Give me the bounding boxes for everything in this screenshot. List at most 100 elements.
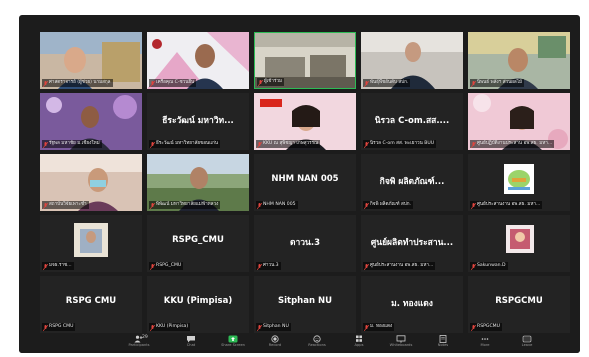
muted-mic-icon bbox=[43, 141, 48, 148]
reactions-button[interactable]: Reactions bbox=[303, 335, 331, 353]
more-button[interactable]: More bbox=[471, 335, 499, 353]
participant-name-label: นิรวล C-om สส. พะเยาวน BUU bbox=[363, 140, 437, 148]
more-icon bbox=[481, 338, 489, 340]
participant-name-label: นิพนธ์ พลังฯ ส่วนผลไม้ bbox=[470, 79, 525, 87]
muted-mic-icon bbox=[364, 263, 369, 270]
leave-button[interactable]: Leave bbox=[513, 335, 541, 353]
video-tile[interactable]: NHM NAN 005 NHM NAN 005 bbox=[254, 154, 356, 211]
share-screen-button[interactable]: Share Screen bbox=[219, 335, 247, 353]
video-tile[interactable]: นิพนธ์ พลังฯ ส่วนผลไม้ bbox=[468, 32, 570, 89]
participant-name-label: เครือคุณ C-ชวนยืน bbox=[149, 79, 197, 87]
muted-mic-icon bbox=[257, 324, 262, 331]
muted-mic-icon bbox=[257, 141, 262, 148]
participant-display-name: KKU (Pimpisa) bbox=[163, 296, 233, 306]
record-label: Record bbox=[268, 343, 282, 347]
muted-mic-icon bbox=[258, 79, 263, 86]
muted-mic-icon bbox=[471, 263, 476, 270]
meeting-toolbar: 29 Participants Chat Share Screen Record… bbox=[19, 333, 580, 353]
video-tile[interactable]: พิพัฒน์ มหาวิทยาลัยแม่ฟ้าหลวง bbox=[147, 154, 249, 211]
muted-mic-icon bbox=[150, 263, 155, 270]
muted-mic-icon bbox=[364, 202, 369, 209]
participant-display-name: Sitphan NU bbox=[278, 296, 332, 306]
participant-name-label: RSPG_CMU bbox=[149, 262, 184, 270]
record-icon bbox=[271, 335, 279, 343]
video-tile[interactable]: Sakunwan.D bbox=[468, 215, 570, 272]
video-tile[interactable]: พันธุ์พืชอันดับ สปก. bbox=[361, 32, 463, 89]
participant-name-label: ผู้เข้าร่วม bbox=[257, 78, 285, 86]
video-tile[interactable]: ศูนย์ประสานงาน อพ.สธ. มหา... bbox=[468, 154, 570, 211]
video-tile[interactable]: ศาสตราจารย์ (ผู้ช่วย) นามสกุล bbox=[40, 32, 142, 89]
apps-icon bbox=[356, 335, 362, 342]
participant-name-label: มจธ.ราช... bbox=[42, 262, 74, 270]
muted-mic-icon bbox=[43, 80, 48, 87]
muted-mic-icon bbox=[257, 263, 262, 270]
participant-name-label: ศูนย์ประสานงาน อพ.สธ. มหา... bbox=[363, 262, 436, 270]
participant-display-name: RSPGCMU bbox=[495, 296, 543, 306]
video-tile-active-speaker[interactable]: ผู้เข้าร่วม bbox=[254, 32, 356, 89]
muted-mic-icon bbox=[150, 324, 155, 331]
participant-name-label: ศาวน.3 bbox=[256, 262, 281, 270]
participant-name-label: สถาบันวิจัยเพาะชำ bbox=[42, 201, 89, 209]
participant-display-name: กิจพิ ผลิตภัณฑ์... bbox=[379, 177, 445, 187]
video-gallery-grid: ศาสตราจารย์ (ผู้ช่วย) นามสกุล เครือคุณ C… bbox=[40, 32, 571, 333]
participant-display-name: ธีระวัฒน์ มหาวิท... bbox=[162, 116, 234, 126]
participant-name-label: KKU (Pimpisa) bbox=[149, 323, 191, 331]
participant-name-label: พันธุ์พืชอันดับ สปก. bbox=[363, 79, 411, 87]
participant-name-label: RSPGCMU bbox=[470, 323, 502, 331]
participant-name-label: NHM NAN 005 bbox=[256, 201, 298, 209]
chat-icon bbox=[187, 336, 195, 343]
video-tile[interactable]: กิจพิ ผลิตภัณฑ์... กิจพิ ผลิตภัณฑ์ สปก. bbox=[361, 154, 463, 211]
participant-name-label: RSPG CMU bbox=[42, 323, 76, 331]
video-tile[interactable]: RSPG_CMU RSPG_CMU bbox=[147, 215, 249, 272]
muted-mic-icon bbox=[150, 141, 155, 148]
video-tile[interactable]: เครือคุณ C-ชวนยืน bbox=[147, 32, 249, 89]
notes-button[interactable]: Notes bbox=[429, 335, 457, 353]
muted-mic-icon bbox=[471, 202, 476, 209]
participant-name-label: ธีระวัฒน์ มหาวิทยาลัยขอนแก่น bbox=[149, 140, 221, 148]
participant-name-label: KKU ณ สุพิชญา เกษสุวรรณ bbox=[256, 140, 321, 148]
muted-mic-icon bbox=[471, 141, 476, 148]
participants-button[interactable]: 29 Participants bbox=[125, 335, 153, 353]
more-label: More bbox=[480, 343, 490, 347]
video-tile[interactable]: ศูนย์ผลิตทำประสาน... ศูนย์ประสานงาน อพ.ส… bbox=[361, 215, 463, 272]
participant-name-label: พิพัฒน์ มหาวิทยาลัยแม่ฟ้าหลวง bbox=[149, 201, 221, 209]
participant-display-name: RSPG_CMU bbox=[172, 235, 224, 245]
muted-mic-icon bbox=[471, 80, 476, 87]
reactions-icon bbox=[313, 335, 321, 343]
muted-mic-icon bbox=[471, 324, 476, 331]
muted-mic-icon bbox=[150, 202, 155, 209]
participant-name-label: กิจพิ ผลิตภัณฑ์ สปก. bbox=[363, 201, 413, 209]
participant-name-label: ศูนย์ประสานงาน อพ.สธ. มหา... bbox=[470, 201, 543, 209]
chat-button[interactable]: Chat bbox=[177, 335, 205, 353]
notes-icon bbox=[439, 335, 447, 343]
video-tile[interactable]: Sitphan NU Sitphan NU bbox=[254, 276, 356, 333]
video-tile[interactable]: KKU (Pimpisa) KKU (Pimpisa) bbox=[147, 276, 249, 333]
notes-label: Notes bbox=[437, 343, 449, 347]
participant-name-label: Sitphan NU bbox=[256, 323, 291, 331]
video-tile[interactable]: ม. ทองแดง ม. ทองแดง bbox=[361, 276, 463, 333]
record-button[interactable]: Record bbox=[261, 335, 289, 353]
video-tile[interactable]: สถาบันวิจัยเพาะชำ bbox=[40, 154, 142, 211]
participant-name-label: ศูนย์ปฏิบัติงานประสาน อพ.สธ. มหา... bbox=[470, 140, 555, 148]
muted-mic-icon bbox=[257, 202, 262, 209]
video-tile[interactable]: ศูนย์ปฏิบัติงานประสาน อพ.สธ. มหา... bbox=[468, 93, 570, 150]
whiteboards-button[interactable]: Whiteboards bbox=[387, 335, 415, 353]
whiteboards-icon bbox=[396, 335, 406, 343]
muted-mic-icon bbox=[43, 324, 48, 331]
reactions-label: Reactions bbox=[308, 343, 326, 347]
apps-label: Apps bbox=[354, 343, 364, 347]
participant-display-name: NHM NAN 005 bbox=[271, 174, 339, 184]
video-tile[interactable]: ธีระวัฒน์ มหาวิท... ธีระวัฒน์ มหาวิทยาลั… bbox=[147, 93, 249, 150]
video-tile[interactable]: นิรวล C-om.สส.... นิรวล C-om สส. พะเยาวน… bbox=[361, 93, 463, 150]
video-tile[interactable]: RSPGCMU RSPGCMU bbox=[468, 276, 570, 333]
leave-label: Leave bbox=[521, 343, 533, 347]
leave-icon bbox=[522, 335, 532, 343]
zoom-meeting-window: ศาสตราจารย์ (ผู้ช่วย) นามสกุล เครือคุณ C… bbox=[19, 15, 580, 353]
video-tile[interactable]: รัฐพล มหาชัย ม.เชียงใหม่ bbox=[40, 93, 142, 150]
video-tile[interactable]: RSPG CMU RSPG CMU bbox=[40, 276, 142, 333]
participant-display-name: ม. ทองแดง bbox=[391, 299, 433, 309]
video-tile[interactable]: มจธ.ราช... bbox=[40, 215, 142, 272]
video-tile[interactable]: KKU ณ สุพิชญา เกษสุวรรณ bbox=[254, 93, 356, 150]
apps-button[interactable]: Apps bbox=[345, 335, 373, 353]
video-tile[interactable]: ดาวน.3 ศาวน.3 bbox=[254, 215, 356, 272]
